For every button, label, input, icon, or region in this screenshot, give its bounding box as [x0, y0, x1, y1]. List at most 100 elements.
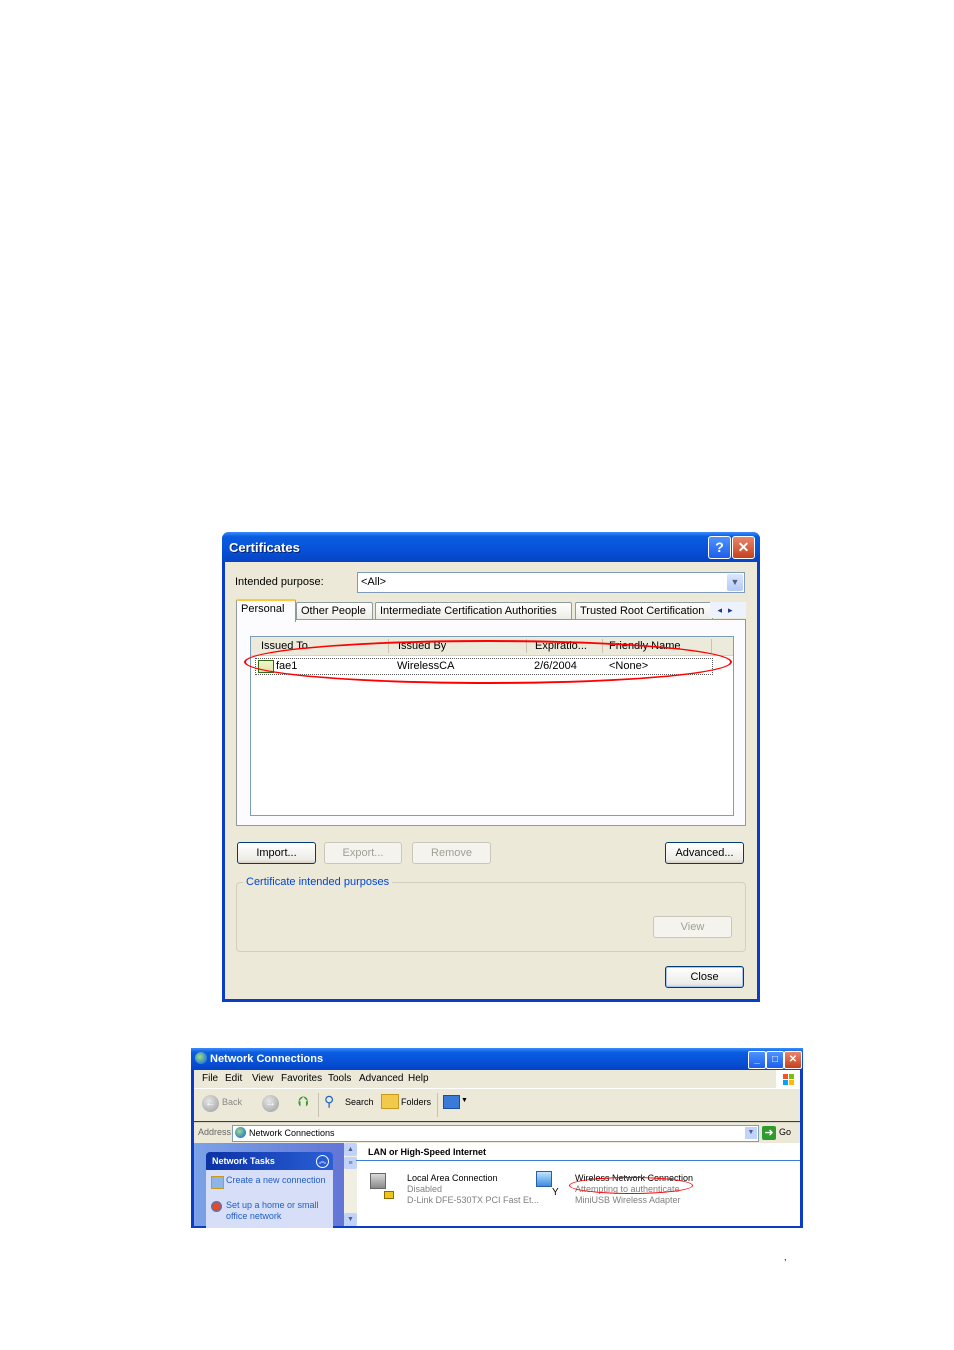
menu-tools[interactable]: Tools [328, 1073, 351, 1084]
go-button[interactable]: Go [779, 1127, 791, 1137]
advanced-button[interactable]: Advanced... [665, 842, 744, 864]
chevron-down-icon[interactable]: ▼ [745, 1127, 757, 1139]
folders-button[interactable]: Folders [401, 1097, 431, 1107]
intended-purpose-value: <All> [361, 576, 387, 588]
address-label: Address [198, 1127, 232, 1137]
menu-bar: File Edit View Favorites Tools Advanced … [194, 1070, 800, 1089]
close-button[interactable]: Close [665, 966, 744, 988]
task-pane: Network Tasks ︽ Create a new connection … [194, 1143, 344, 1228]
import-button[interactable]: Import... [237, 842, 316, 864]
highlight-ellipse [569, 1177, 693, 1194]
network-connections-icon [195, 1052, 207, 1064]
chevron-left-icon[interactable]: ◂ [717, 605, 728, 615]
column-divider[interactable] [526, 639, 527, 653]
tab-intermediate-ca[interactable]: Intermediate Certification Authorities [375, 602, 572, 620]
chevron-right-icon[interactable]: ▸ [728, 605, 739, 615]
certificate-list[interactable]: Issued To Issued By Expiratio... Friendl… [250, 636, 734, 816]
scrollbar[interactable]: ▲ ≡ ▼ [344, 1143, 357, 1226]
toolbar: ← Back → ⮉ ⚲ Search Folders ▼ [194, 1089, 800, 1121]
view-button[interactable]: View [653, 916, 732, 938]
back-arrow-icon[interactable]: ← [202, 1095, 219, 1112]
connection-status: Disabled [407, 1184, 443, 1194]
column-divider[interactable] [388, 639, 389, 653]
chevron-down-icon[interactable]: ▼ [461, 1097, 468, 1104]
lan-connection-item[interactable]: Local Area Connection Disabled D-Link DF… [407, 1173, 539, 1206]
cell-expiration: 2/6/2004 [534, 660, 577, 672]
title-bar[interactable]: Network Connections _ □ ✕ [191, 1048, 803, 1070]
cell-friendly-name: <None> [609, 660, 649, 672]
scroll-up-icon[interactable]: ▲ [344, 1143, 357, 1156]
new-connection-icon [211, 1176, 224, 1189]
certificate-store-tabs: Personal Other People Intermediate Certi… [236, 599, 746, 622]
close-window-button[interactable]: ✕ [784, 1051, 802, 1069]
tab-scroll-buttons[interactable]: ◂▸ [710, 602, 746, 618]
table-row[interactable]: fae1 WirelessCA 2/6/2004 <None> [255, 658, 713, 675]
menu-edit[interactable]: Edit [225, 1073, 242, 1084]
help-button[interactable]: ? [708, 536, 731, 559]
column-issued-by[interactable]: Issued By [398, 640, 446, 652]
task-home-network[interactable]: Set up a home or small office network [226, 1200, 326, 1222]
go-arrow-icon[interactable]: ➜ [762, 1126, 776, 1140]
tab-panel: Issued To Issued By Expiratio... Friendl… [236, 619, 746, 826]
certificates-dialog: Certificates ? ✕ Intended purpose: <All>… [222, 532, 760, 1002]
close-window-button[interactable]: ✕ [732, 536, 755, 559]
intended-purpose-label: Intended purpose: [235, 576, 324, 588]
column-divider[interactable] [711, 639, 712, 653]
intended-purpose-select[interactable]: <All> ▼ [357, 572, 745, 593]
tab-trusted-root[interactable]: Trusted Root Certification [575, 602, 713, 620]
address-input[interactable]: Network Connections ▼ [232, 1125, 759, 1142]
menu-file[interactable]: File [202, 1073, 218, 1084]
column-friendly-name[interactable]: Friendly Name [609, 640, 681, 652]
folders-icon[interactable] [381, 1094, 399, 1109]
network-connections-window: Network Connections _ □ ✕ File Edit View… [191, 1048, 803, 1228]
remove-button[interactable]: Remove [412, 842, 491, 864]
wireless-connection-icon[interactable]: Y [534, 1169, 560, 1198]
maximize-button[interactable]: □ [766, 1051, 784, 1069]
windows-logo-icon [776, 1070, 800, 1088]
menu-view[interactable]: View [252, 1073, 274, 1084]
intended-purposes-group: Certificate intended purposes View [236, 876, 746, 952]
tab-other-people[interactable]: Other People [296, 602, 373, 620]
column-issued-to[interactable]: Issued To [261, 640, 308, 652]
address-value: Network Connections [249, 1128, 335, 1138]
menu-favorites[interactable]: Favorites [281, 1073, 322, 1084]
collapse-icon[interactable]: ︽ [316, 1155, 329, 1168]
address-bar: Address Network Connections ▼ ➜ Go [194, 1122, 800, 1143]
group-legend: Certificate intended purposes [243, 876, 393, 888]
chevron-down-icon[interactable]: ▼ [727, 574, 743, 591]
connection-device: MiniUSB Wireless Adapter [575, 1195, 681, 1205]
menu-advanced[interactable]: Advanced [359, 1073, 403, 1084]
search-button[interactable]: Search [345, 1097, 374, 1107]
scroll-down-icon[interactable]: ▼ [344, 1213, 357, 1226]
network-tasks-title: Network Tasks [212, 1156, 275, 1166]
search-icon[interactable]: ⚲ [324, 1093, 334, 1110]
lan-connection-icon[interactable] [368, 1171, 394, 1199]
title-bar[interactable]: Certificates ? ✕ [222, 532, 760, 562]
back-button[interactable]: Back [222, 1097, 242, 1107]
cell-issued-to: fae1 [276, 660, 298, 672]
home-network-icon [211, 1201, 222, 1212]
export-button[interactable]: Export... [324, 842, 402, 864]
forward-arrow-icon[interactable]: → [262, 1095, 279, 1112]
network-connections-icon [235, 1127, 246, 1138]
group-header: LAN or High-Speed Internet [368, 1147, 487, 1157]
up-folder-icon[interactable]: ⮉ [298, 1093, 309, 1110]
connection-name: Local Area Connection [407, 1173, 498, 1183]
views-icon[interactable] [443, 1095, 460, 1109]
dialog-title: Certificates [229, 540, 300, 555]
column-divider[interactable] [602, 639, 603, 653]
content-area: Network Tasks ︽ Create a new connection … [194, 1143, 800, 1228]
network-tasks-list: Create a new connection Set up a home or… [206, 1170, 333, 1228]
list-header: Issued To Issued By Expiratio... Friendl… [251, 637, 733, 656]
column-expiration[interactable]: Expiratio... [535, 640, 587, 652]
task-create-connection[interactable]: Create a new connection [226, 1175, 326, 1186]
dialog-body: Intended purpose: <All> ▼ Personal Other… [225, 562, 757, 999]
tab-personal[interactable]: Personal [236, 599, 296, 622]
menu-help[interactable]: Help [408, 1073, 429, 1084]
certificate-icon [258, 660, 274, 673]
window-title: Network Connections [210, 1053, 324, 1065]
network-tasks-header[interactable]: Network Tasks ︽ [206, 1152, 333, 1170]
scroll-thumb[interactable]: ≡ [344, 1157, 357, 1169]
group-divider [356, 1160, 800, 1161]
minimize-button[interactable]: _ [748, 1051, 766, 1069]
